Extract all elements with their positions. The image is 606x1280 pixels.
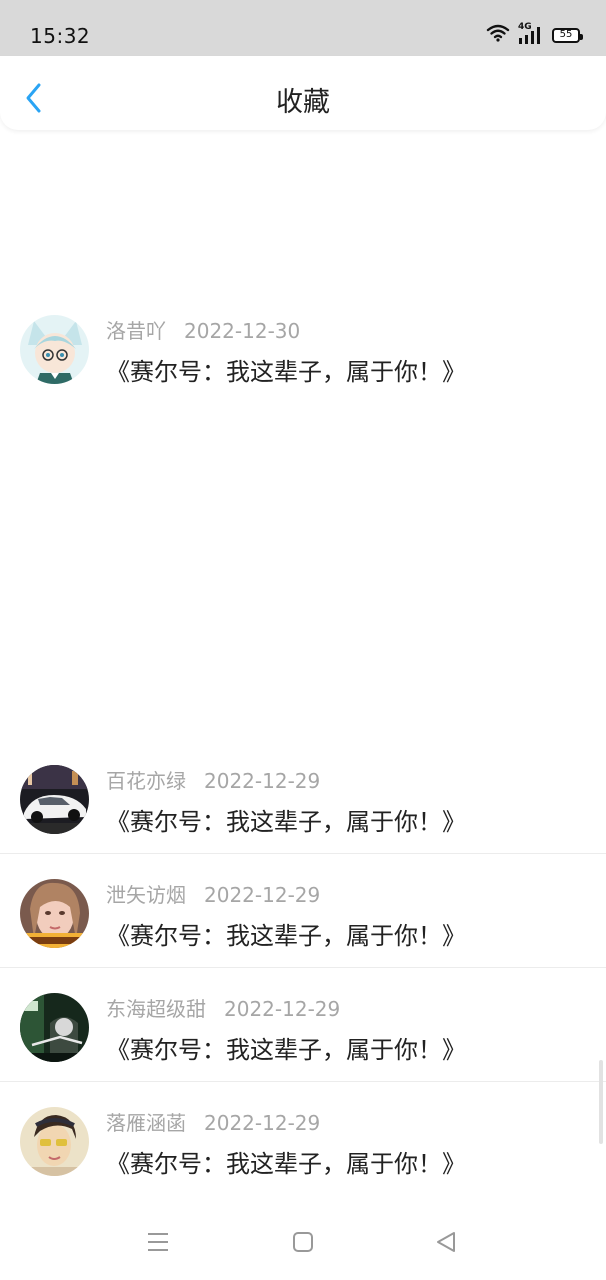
item-title[interactable]: 《赛尔号：我这辈子，属于你！》 [106,916,466,951]
list-item[interactable]: 泄矢访烟 2022-12-29 《赛尔号：我这辈子，属于你！》 [0,854,606,968]
username[interactable]: 泄矢访烟 [106,879,186,908]
status-bar: 15:32 4G 55 [0,0,606,56]
item-meta: 东海超级甜 2022-12-29 [106,993,340,1022]
wifi-icon [486,24,510,46]
item-meta: 泄矢访烟 2022-12-29 [106,879,320,908]
list-item[interactable]: 落雁涵菡 2022-12-29 《赛尔号：我这辈子，属于你！》 [0,1082,606,1196]
blank-area [0,130,606,290]
list-item[interactable]: 洛昔吖 2022-12-30 《赛尔号：我这辈子，属于你！》 [0,290,606,404]
post-date: 2022-12-29 [204,1111,321,1135]
post-date: 2022-12-29 [204,883,321,907]
item-title[interactable]: 《赛尔号：我这辈子，属于你！》 [106,1144,466,1179]
username[interactable]: 百花亦绿 [106,765,186,794]
list-item[interactable]: 东海超级甜 2022-12-29 《赛尔号：我这辈子，属于你！》 [0,968,606,1082]
item-title[interactable]: 《赛尔号：我这辈子，属于你！》 [106,352,466,387]
item-meta: 洛昔吖 2022-12-30 [106,315,300,344]
post-date: 2022-12-29 [204,769,321,793]
avatar[interactable] [20,315,89,384]
avatar[interactable] [20,1107,89,1176]
avatar[interactable] [20,993,89,1062]
page-title: 收藏 [276,87,330,118]
item-meta: 落雁涵菡 2022-12-29 [106,1107,320,1136]
battery-level: 55 [559,29,573,40]
status-icons: 4G 55 [486,23,583,46]
system-nav-bar [0,1208,606,1280]
status-time: 15:32 [30,24,91,48]
cellular-signal-icon: 4G [518,23,544,45]
post-date: 2022-12-30 [184,319,301,343]
item-meta: 百花亦绿 2022-12-29 [106,765,320,794]
home-square-icon [293,1232,313,1252]
battery-icon: 55 [552,27,583,43]
header-bar: 收藏 [0,56,606,130]
list-item[interactable]: 百花亦绿 2022-12-29 《赛尔号：我这辈子，属于你！》 [0,740,606,854]
back-triangle-icon [437,1232,455,1252]
item-title[interactable]: 《赛尔号：我这辈子，属于你！》 [106,1030,466,1065]
home-button[interactable] [283,1222,323,1262]
username[interactable]: 东海超级甜 [106,993,206,1022]
avatar[interactable] [20,879,89,948]
menu-button[interactable] [138,1222,178,1262]
username[interactable]: 洛昔吖 [106,315,166,344]
menu-icon [148,1233,168,1251]
username[interactable]: 落雁涵菡 [106,1107,186,1136]
blank-area [0,404,606,740]
favorites-list[interactable]: 洛昔吖 2022-12-30 《赛尔号：我这辈子，属于你！》 百花亦绿 2022… [0,130,606,1196]
post-date: 2022-12-29 [224,997,341,1021]
scrollbar[interactable] [599,1060,603,1144]
item-title[interactable]: 《赛尔号：我这辈子，属于你！》 [106,802,466,837]
avatar[interactable] [20,765,89,834]
back-nav-button[interactable] [426,1222,466,1262]
